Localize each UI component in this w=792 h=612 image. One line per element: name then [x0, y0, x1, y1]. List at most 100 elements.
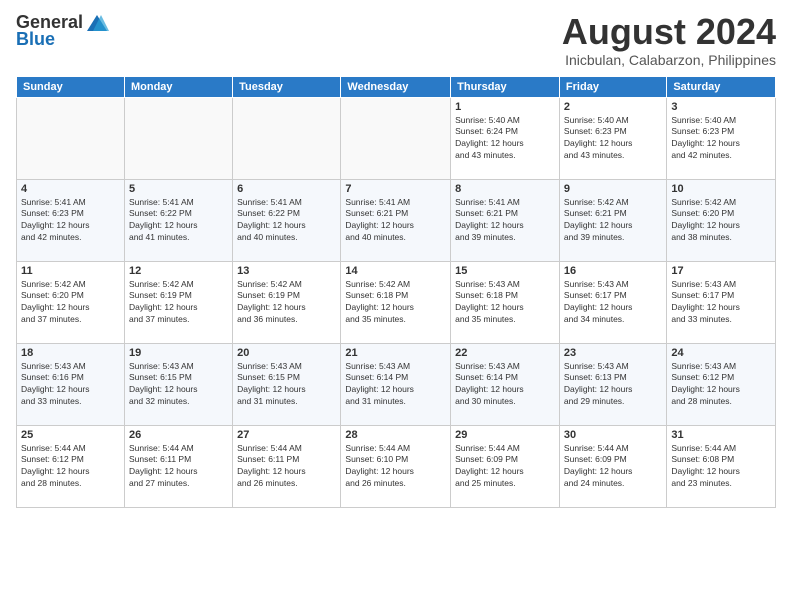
day-info: Sunrise: 5:44 AM Sunset: 6:11 PM Dayligh…	[129, 443, 228, 491]
day-number: 30	[564, 429, 662, 441]
calendar-cell: 7 Sunrise: 5:41 AM Sunset: 6:21 PM Daylig…	[341, 179, 451, 261]
day-number: 1	[455, 101, 555, 113]
day-info: Sunrise: 5:42 AM Sunset: 6:19 PM Dayligh…	[237, 279, 336, 327]
calendar-cell: 5Sunrise: 5:41 AM Sunset: 6:22 PM Daylig…	[124, 179, 232, 261]
day-number: 21	[345, 347, 446, 359]
day-number: 20	[237, 347, 336, 359]
col-header-tuesday: Tuesday	[233, 76, 341, 97]
day-info: Sunrise: 5:44 AM Sunset: 6:10 PM Dayligh…	[345, 443, 446, 491]
calendar-cell: 18 Sunrise: 5:43 AM Sunset: 6:16 PM Dayli…	[17, 343, 125, 425]
calendar-cell: 25Sunrise: 5:44 AM Sunset: 6:12 PM Dayli…	[17, 425, 125, 507]
calendar-cell: 15 Sunrise: 5:43 AM Sunset: 6:18 PM Dayli…	[451, 261, 560, 343]
day-number: 23	[564, 347, 662, 359]
day-info: Sunrise: 5:42 AM Sunset: 6:19 PM Dayligh…	[129, 279, 228, 327]
calendar-cell: 26 Sunrise: 5:44 AM Sunset: 6:11 PM Dayli…	[124, 425, 232, 507]
calendar-cell: 20 Sunrise: 5:43 AM Sunset: 6:15 PM Dayli…	[233, 343, 341, 425]
col-header-sunday: Sunday	[17, 76, 125, 97]
day-info: Sunrise: 5:43 AM Sunset: 6:15 PM Dayligh…	[237, 361, 336, 409]
week-row-1: 1 Sunrise: 5:40 AM Sunset: 6:24 PM Daylig…	[17, 97, 776, 179]
logo-icon	[85, 13, 109, 33]
day-info: Sunrise: 5:43 AM Sunset: 6:17 PM Dayligh…	[564, 279, 662, 327]
calendar-cell: 24 Sunrise: 5:43 AM Sunset: 6:12 PM Dayli…	[667, 343, 776, 425]
day-info: Sunrise: 5:44 AM Sunset: 6:08 PM Dayligh…	[671, 443, 771, 491]
calendar-cell	[233, 97, 341, 179]
day-info: Sunrise: 5:44 AM Sunset: 6:11 PM Dayligh…	[237, 443, 336, 491]
calendar-cell: 9Sunrise: 5:42 AM Sunset: 6:21 PM Daylig…	[559, 179, 666, 261]
week-row-4: 18 Sunrise: 5:43 AM Sunset: 6:16 PM Dayli…	[17, 343, 776, 425]
day-number: 7	[345, 183, 446, 195]
calendar-table: SundayMondayTuesdayWednesdayThursdayFrid…	[16, 76, 776, 508]
day-number: 4	[21, 183, 120, 195]
col-header-wednesday: Wednesday	[341, 76, 451, 97]
calendar-cell	[124, 97, 232, 179]
day-info: Sunrise: 5:43 AM Sunset: 6:13 PM Dayligh…	[564, 361, 662, 409]
calendar-cell: 11 Sunrise: 5:42 AM Sunset: 6:20 PM Dayli…	[17, 261, 125, 343]
day-number: 15	[455, 265, 555, 277]
calendar-cell: 10 Sunrise: 5:42 AM Sunset: 6:20 PM Dayli…	[667, 179, 776, 261]
day-number: 16	[564, 265, 662, 277]
day-number: 11	[21, 265, 120, 277]
day-info: Sunrise: 5:44 AM Sunset: 6:09 PM Dayligh…	[455, 443, 555, 491]
day-number: 10	[671, 183, 771, 195]
day-info: Sunrise: 5:44 AM Sunset: 6:09 PM Dayligh…	[564, 443, 662, 491]
day-number: 27	[237, 429, 336, 441]
day-number: 14	[345, 265, 446, 277]
day-number: 5	[129, 183, 228, 195]
col-header-thursday: Thursday	[451, 76, 560, 97]
day-number: 17	[671, 265, 771, 277]
day-info: Sunrise: 5:43 AM Sunset: 6:15 PM Dayligh…	[129, 361, 228, 409]
day-number: 28	[345, 429, 446, 441]
header-row: SundayMondayTuesdayWednesdayThursdayFrid…	[17, 76, 776, 97]
day-number: 22	[455, 347, 555, 359]
day-info: Sunrise: 5:43 AM Sunset: 6:12 PM Dayligh…	[671, 361, 771, 409]
day-number: 29	[455, 429, 555, 441]
calendar-cell: 1 Sunrise: 5:40 AM Sunset: 6:24 PM Daylig…	[451, 97, 560, 179]
day-info: Sunrise: 5:43 AM Sunset: 6:14 PM Dayligh…	[345, 361, 446, 409]
calendar-cell: 12 Sunrise: 5:42 AM Sunset: 6:19 PM Dayli…	[124, 261, 232, 343]
calendar-cell: 2 Sunrise: 5:40 AM Sunset: 6:23 PM Daylig…	[559, 97, 666, 179]
day-info: Sunrise: 5:41 AM Sunset: 6:23 PM Dayligh…	[21, 197, 120, 245]
week-row-2: 4 Sunrise: 5:41 AM Sunset: 6:23 PM Daylig…	[17, 179, 776, 261]
day-info: Sunrise: 5:41 AM Sunset: 6:21 PM Dayligh…	[345, 197, 446, 245]
calendar-cell: 13 Sunrise: 5:42 AM Sunset: 6:19 PM Dayli…	[233, 261, 341, 343]
col-header-friday: Friday	[559, 76, 666, 97]
day-number: 3	[671, 101, 771, 113]
logo: General Blue	[16, 12, 111, 50]
calendar-cell: 21 Sunrise: 5:43 AM Sunset: 6:14 PM Dayli…	[341, 343, 451, 425]
day-info: Sunrise: 5:42 AM Sunset: 6:18 PM Dayligh…	[345, 279, 446, 327]
day-number: 12	[129, 265, 228, 277]
day-number: 18	[21, 347, 120, 359]
calendar-cell	[17, 97, 125, 179]
day-number: 26	[129, 429, 228, 441]
day-info: Sunrise: 5:41 AM Sunset: 6:21 PM Dayligh…	[455, 197, 555, 245]
day-info: Sunrise: 5:42 AM Sunset: 6:20 PM Dayligh…	[21, 279, 120, 327]
day-info: Sunrise: 5:42 AM Sunset: 6:20 PM Dayligh…	[671, 197, 771, 245]
calendar-cell: 4 Sunrise: 5:41 AM Sunset: 6:23 PM Daylig…	[17, 179, 125, 261]
day-number: 19	[129, 347, 228, 359]
day-info: Sunrise: 5:40 AM Sunset: 6:24 PM Dayligh…	[455, 115, 555, 163]
calendar-cell: 3Sunrise: 5:40 AM Sunset: 6:23 PM Daylig…	[667, 97, 776, 179]
week-row-5: 25Sunrise: 5:44 AM Sunset: 6:12 PM Dayli…	[17, 425, 776, 507]
logo-blue: Blue	[16, 29, 55, 50]
calendar-cell: 16 Sunrise: 5:43 AM Sunset: 6:17 PM Dayli…	[559, 261, 666, 343]
calendar-cell: 19 Sunrise: 5:43 AM Sunset: 6:15 PM Dayli…	[124, 343, 232, 425]
day-info: Sunrise: 5:43 AM Sunset: 6:16 PM Dayligh…	[21, 361, 120, 409]
day-number: 25	[21, 429, 120, 441]
calendar-cell	[341, 97, 451, 179]
day-number: 31	[671, 429, 771, 441]
calendar-cell: 23 Sunrise: 5:43 AM Sunset: 6:13 PM Dayli…	[559, 343, 666, 425]
day-number: 8	[455, 183, 555, 195]
day-info: Sunrise: 5:43 AM Sunset: 6:18 PM Dayligh…	[455, 279, 555, 327]
day-info: Sunrise: 5:43 AM Sunset: 6:17 PM Dayligh…	[671, 279, 771, 327]
calendar-cell: 27 Sunrise: 5:44 AM Sunset: 6:11 PM Dayli…	[233, 425, 341, 507]
day-number: 2	[564, 101, 662, 113]
day-info: Sunrise: 5:40 AM Sunset: 6:23 PM Dayligh…	[564, 115, 662, 163]
calendar-cell: 17 Sunrise: 5:43 AM Sunset: 6:17 PM Dayli…	[667, 261, 776, 343]
calendar-cell: 14 Sunrise: 5:42 AM Sunset: 6:18 PM Dayli…	[341, 261, 451, 343]
day-number: 13	[237, 265, 336, 277]
location: Inicbulan, Calabarzon, Philippines	[562, 52, 776, 68]
day-number: 24	[671, 347, 771, 359]
calendar-cell: 30 Sunrise: 5:44 AM Sunset: 6:09 PM Dayli…	[559, 425, 666, 507]
calendar-cell: 6Sunrise: 5:41 AM Sunset: 6:22 PM Daylig…	[233, 179, 341, 261]
header: General Blue August 2024 Inicbulan, Cala…	[16, 12, 776, 68]
